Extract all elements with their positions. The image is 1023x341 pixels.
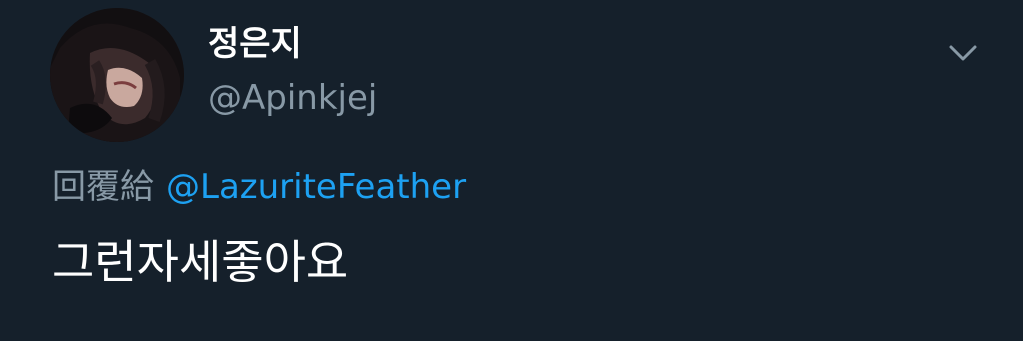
tweet-card: 정은지 @Apinkjej 回覆給 @LazuriteFeather 그런자세좋아…	[0, 0, 1023, 341]
avatar-image	[50, 8, 184, 142]
reply-target-link[interactable]: @LazuriteFeather	[166, 167, 466, 207]
chevron-down-icon[interactable]	[945, 38, 981, 66]
display-name[interactable]: 정은지	[208, 24, 302, 64]
user-handle[interactable]: @Apinkjej	[208, 78, 377, 118]
avatar[interactable]	[50, 8, 184, 142]
reply-context: 回覆給 @LazuriteFeather	[52, 167, 466, 207]
reply-prefix: 回覆給	[52, 167, 154, 207]
tweet-text: 그런자세좋아요	[52, 235, 349, 289]
